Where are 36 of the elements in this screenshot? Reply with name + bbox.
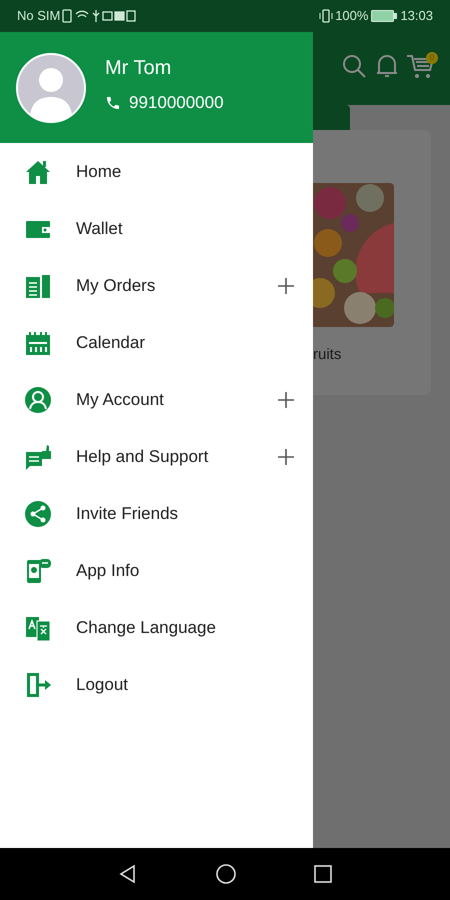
phone-number: 9910000000 — [129, 92, 224, 114]
avatar-icon — [16, 52, 86, 122]
user-name: Mr Tom — [105, 56, 172, 80]
plus-icon[interactable] — [277, 390, 295, 408]
category-label: ruits — [313, 345, 342, 365]
battery-percent: 100% — [335, 7, 368, 26]
menu-label: My Orders — [76, 274, 156, 297]
menu-label: Help and Support — [76, 446, 210, 468]
usb-icon — [92, 9, 100, 23]
plus-icon[interactable] — [277, 276, 295, 294]
cart-icon[interactable] — [406, 53, 434, 80]
battery-icon — [371, 10, 398, 22]
bell-icon[interactable] — [375, 53, 399, 79]
exit-door-icon — [24, 670, 52, 698]
phone-icon — [105, 94, 121, 110]
menu-label: Change Language — [76, 616, 217, 639]
plus-icon[interactable] — [277, 448, 295, 466]
recents-icon[interactable] — [314, 865, 332, 883]
phone-chat-icon — [24, 556, 52, 584]
home-icon[interactable] — [214, 863, 237, 885]
menu-label: Home — [76, 160, 122, 183]
carrier-text: No SIM — [17, 7, 60, 26]
share-icon — [24, 500, 52, 528]
clock: 13:03 — [400, 7, 433, 26]
wifi-icon — [76, 10, 89, 18]
search-icon[interactable] — [341, 53, 367, 79]
menu-label: Wallet — [76, 218, 124, 240]
vibrate-icon — [319, 9, 334, 23]
sim-icon — [62, 9, 72, 23]
menu-label: App Info — [76, 560, 140, 582]
user-circle-icon — [24, 386, 52, 414]
thumbs-up-chat-icon — [24, 442, 52, 470]
menu-label: Calendar — [76, 332, 146, 354]
menu-label: Invite Friends — [76, 502, 180, 525]
menu-label: My Account — [76, 388, 165, 411]
menu-label: Logout — [76, 674, 129, 696]
